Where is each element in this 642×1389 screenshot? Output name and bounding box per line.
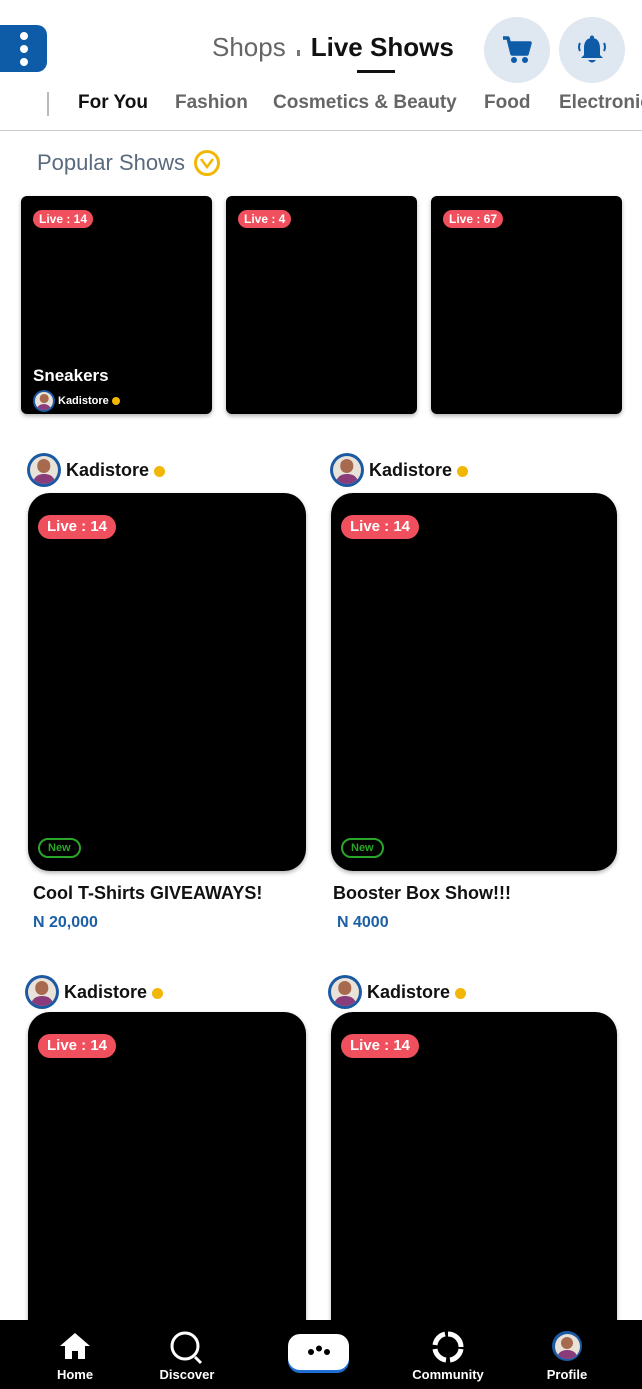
seller-header[interactable]: Kadistore (27, 453, 166, 487)
seller-name: Kadistore (369, 459, 453, 480)
nav-discover-label: Discover (159, 1367, 215, 1382)
popular-show-card[interactable]: Live : 67 (431, 196, 622, 414)
mode-switch: Shops Live Shows (212, 32, 454, 73)
tabs-divider (47, 92, 49, 116)
search-icon (170, 1331, 203, 1365)
active-underline (356, 70, 395, 73)
live-count-badge: Live : 4 (238, 210, 292, 228)
show-title[interactable]: Booster Box Show!!! (333, 883, 511, 904)
controller-icon (307, 1345, 330, 1355)
live-count-badge: Live : 14 (38, 515, 117, 539)
live-count-badge: Live : 14 (33, 210, 94, 228)
go-live-button[interactable] (288, 1334, 349, 1370)
seller-header[interactable]: Kadistore (328, 975, 467, 1009)
seller-name: Kadistore (66, 459, 150, 480)
live-shows-toggle[interactable]: Live Shows (310, 32, 454, 73)
tab-food[interactable]: Food (484, 92, 530, 114)
nav-profile[interactable]: Profile (512, 1320, 622, 1389)
nav-profile-label: Profile (546, 1367, 588, 1382)
live-count-badge: Live : 14 (38, 1034, 117, 1058)
category-tabs: For You Fashion Cosmetics & Beauty Food … (0, 90, 642, 120)
new-badge: New (38, 838, 81, 858)
menu-dot (19, 57, 28, 66)
popular-show-card[interactable]: Live : 4 (226, 196, 417, 414)
avatar (328, 975, 362, 1009)
avatar (330, 453, 364, 487)
verified-icon (154, 466, 166, 477)
tab-electronics[interactable]: Electronics (559, 92, 642, 114)
avatar (27, 453, 61, 487)
live-show-card[interactable]: Live : 14 New (331, 493, 617, 871)
cart-button[interactable] (484, 17, 550, 83)
profile-avatar (552, 1331, 582, 1361)
home-icon (60, 1333, 90, 1359)
menu-button[interactable] (0, 25, 47, 72)
avatar (33, 390, 55, 412)
show-title[interactable]: Cool T-Shirts GIVEAWAYS! (33, 883, 262, 904)
popular-badge-icon (193, 150, 220, 176)
nav-community-label: Community (412, 1367, 484, 1382)
live-shows-label: Live Shows (310, 32, 454, 62)
verified-icon (111, 397, 120, 405)
tab-cosmetics-beauty[interactable]: Cosmetics & Beauty (273, 92, 457, 114)
nav-home[interactable]: Home (20, 1320, 130, 1389)
seller-name: Kadistore (367, 981, 451, 1002)
cart-icon (503, 36, 532, 63)
popular-show-card[interactable]: Live : 14 Sneakers Kadistore (21, 196, 212, 414)
menu-dot (19, 44, 28, 53)
verified-icon (152, 988, 164, 999)
verified-icon (457, 466, 469, 477)
nav-home-label: Home (56, 1367, 94, 1382)
live-count-badge: Live : 67 (443, 210, 504, 228)
nav-discover[interactable]: Discover (132, 1320, 242, 1389)
tab-for-you[interactable]: For You (78, 92, 148, 114)
popular-show-seller: Kadistore (33, 390, 120, 412)
bell-icon (578, 35, 606, 63)
live-count-badge: Live : 14 (341, 515, 420, 539)
tab-fashion[interactable]: Fashion (175, 92, 248, 114)
show-price: N 20,000 (33, 914, 98, 931)
community-icon (432, 1331, 464, 1363)
seller-header[interactable]: Kadistore (330, 453, 469, 487)
live-show-card[interactable]: Live : 14 New (28, 493, 306, 871)
avatar (25, 975, 59, 1009)
show-price: N 4000 (337, 914, 389, 931)
seller-header[interactable]: Kadistore (25, 975, 164, 1009)
new-badge: New (341, 838, 384, 858)
nav-community[interactable]: Community (393, 1320, 503, 1389)
menu-dot (19, 31, 28, 40)
notifications-button[interactable] (559, 17, 625, 83)
live-show-card[interactable]: Live : 14 (28, 1012, 306, 1342)
verified-icon (455, 988, 467, 999)
popular-shows-title: Popular Shows (37, 150, 185, 175)
header-divider (0, 130, 642, 131)
live-count-badge: Live : 14 (341, 1034, 420, 1058)
seller-name: Kadistore (64, 981, 148, 1002)
switch-separator (296, 50, 300, 56)
seller-name: Kadistore (58, 395, 109, 407)
popular-show-title: Sneakers (33, 366, 109, 385)
shops-toggle[interactable]: Shops (212, 32, 286, 63)
popular-shows-heading: Popular Shows (37, 150, 220, 176)
live-show-card[interactable]: Live : 14 (331, 1012, 617, 1342)
